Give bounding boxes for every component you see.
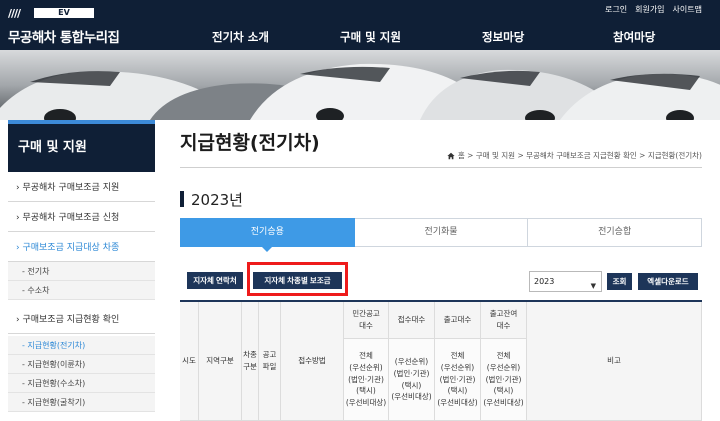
th-notice-file: 공고 파일 [259, 302, 281, 421]
logo-ev-badge: EV [34, 8, 94, 18]
sidebar-title: 구매 및 지원 [8, 120, 155, 172]
year-select-value: 2023 [534, 277, 555, 286]
logo-slashes: //// [8, 7, 21, 20]
sidebar-sub-status-ev[interactable]: - 지급현황(전기차) [8, 336, 155, 355]
th-remaining-count-sub: 전체 (우선순위) (법인·기관) (택시) (우선비대상) [481, 339, 527, 421]
chevron-down-icon: ▼ [590, 282, 596, 290]
sidebar-item-eligible-models[interactable]: › 구매보조금 지급대상 차종 [8, 232, 155, 262]
sidebar: 구매 및 지원 › 무공해차 구매보조금 지원 › 무공해차 구매보조금 신청 … [0, 120, 155, 419]
sidebar-item-label: › 무공해차 구매보조금 신청 [16, 213, 120, 223]
sitemap-link[interactable]: 사이트맵 [673, 4, 702, 15]
sidebar-sub-status-hydrogen[interactable]: - 지급현황(수소차) [8, 374, 155, 393]
th-notice-count-sub: 전체 (우선순위) (법인·기관) (택시) (우선비대상) [344, 339, 389, 421]
global-nav: 전기차 소개 구매 및 지원 정보마당 참여마당 [0, 24, 720, 50]
th-received-count: 접수대수 [389, 302, 435, 339]
year-heading: 2023년 [191, 191, 243, 209]
sidebar-item-subsidy-support[interactable]: › 무공해차 구매보조금 지원 [8, 172, 155, 202]
tab-ev-cargo[interactable]: 전기화물 [353, 218, 529, 247]
th-sido: 시도 [180, 302, 199, 421]
gnb-participation[interactable]: 참여마당 [613, 29, 655, 45]
gnb-purchase-support[interactable]: 구매 및 지원 [340, 29, 401, 45]
th-region: 지역구분 [199, 302, 242, 421]
th-method: 접수방법 [281, 302, 344, 421]
year-select[interactable]: 2023 ▼ [529, 271, 602, 292]
sidebar-sub-label: - 수소차 [22, 286, 50, 295]
status-table: 시도 지역구분 차종 구분 공고 파일 접수방법 민간공고 대수 전체 (우선순… [180, 300, 702, 421]
th-released-count-sub: 전체 (우선순위) (법인·기관) (택시) (우선비대상) [435, 339, 481, 421]
vehicle-type-tabs: 전기승용 전기화물 전기승합 [180, 218, 703, 252]
gnb-info[interactable]: 정보마당 [482, 29, 524, 45]
sidebar-sub-status-motorcycle[interactable]: - 지급현황(이륜차) [8, 355, 155, 374]
sidebar-sub-label: - 전기차 [22, 267, 50, 276]
tab-ev-bus[interactable]: 전기승합 [527, 218, 703, 247]
sidebar-title-text: 구매 및 지원 [18, 140, 87, 155]
th-notice-count: 민간공고 대수 [344, 302, 389, 339]
breadcrumb: 홈 > 구매 및 지원 > 무공해차 구매보조금 지급현황 확인 > 지급현황(… [447, 150, 702, 161]
login-link[interactable]: 로그인 [605, 4, 627, 15]
tab-ev-passenger[interactable]: 전기승용 [180, 218, 355, 252]
utility-links: 로그인 회원가입 사이트맵 [605, 4, 702, 15]
sidebar-item-payment-status[interactable]: › 구매보조금 지급현황 확인 [8, 304, 155, 334]
site-header: //// EV 무공해차 통합누리집 로그인 회원가입 사이트맵 전기차 소개 … [0, 0, 720, 50]
th-received-count-sub: (우선순위) (법인·기관) (택시) (우선비대상) [389, 339, 435, 421]
page-title: 지급현황(전기차) [180, 132, 320, 154]
year-heading-bar [180, 191, 184, 207]
search-button[interactable]: 조회 [607, 273, 632, 290]
sidebar-sub-ev[interactable]: - 전기차 [8, 262, 155, 281]
sidebar-sub-label: - 지급현황(이륜차) [22, 360, 86, 369]
highlight-box [247, 262, 348, 296]
th-car-type: 차종 구분 [242, 302, 259, 421]
breadcrumb-text: 홈 > 구매 및 지원 > 무공해차 구매보조금 지급현황 확인 > 지급현황(… [457, 151, 702, 160]
sidebar-item-label: › 구매보조금 지급대상 차종 [16, 243, 120, 253]
sidebar-item-subsidy-apply[interactable]: › 무공해차 구매보조금 신청 [8, 202, 155, 232]
sidebar-sub-label: - 지급현황(굴착기) [22, 398, 86, 407]
sidebar-sub-hydrogen[interactable]: - 수소차 [8, 281, 155, 300]
signup-link[interactable]: 회원가입 [635, 4, 664, 15]
th-remaining-count: 출고잔여 대수 [481, 302, 527, 339]
sidebar-sub-status-excavator[interactable]: - 지급현황(굴착기) [8, 393, 155, 412]
excel-download-button[interactable]: 엑셀다운로드 [638, 273, 698, 290]
th-released-count: 출고대수 [435, 302, 481, 339]
home-icon[interactable] [447, 152, 455, 160]
sidebar-sub-label: - 지급현황(수소차) [22, 379, 86, 388]
sidebar-sub-label: - 지급현황(전기차) [22, 341, 86, 350]
logo-ev-mark: //// EV [8, 6, 108, 20]
hero-banner [0, 50, 720, 120]
sidebar-item-label: › 무공해차 구매보조금 지원 [16, 183, 120, 193]
sidebar-item-label: › 구매보조금 지급현황 확인 [16, 315, 120, 325]
th-remarks: 비고 [527, 302, 702, 421]
local-gov-contacts-button[interactable]: 지자체 연락처 [187, 272, 243, 289]
gnb-ev-intro[interactable]: 전기차 소개 [212, 29, 269, 45]
title-divider [180, 167, 702, 168]
hero-cars-image [0, 50, 720, 120]
